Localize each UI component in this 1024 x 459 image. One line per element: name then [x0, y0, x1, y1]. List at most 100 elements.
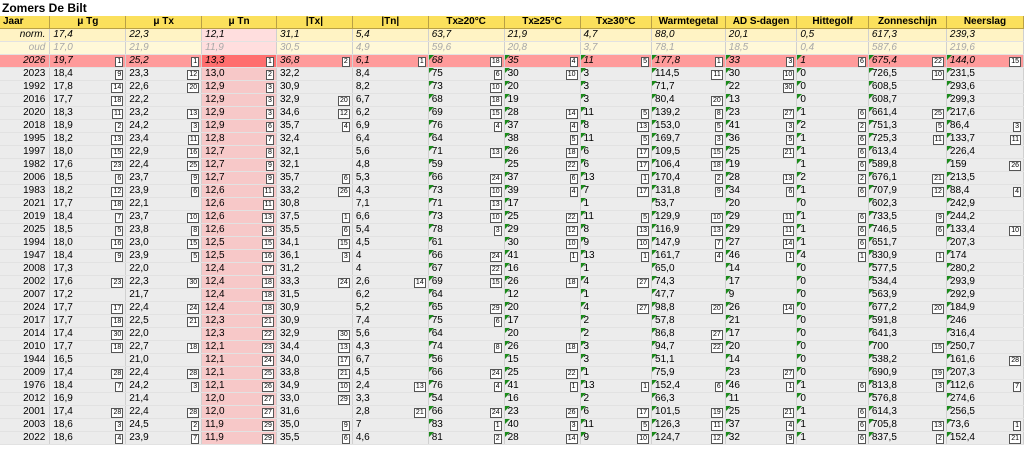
value-cell[interactable]: 4 27 [580, 301, 653, 316]
value-cell[interactable]: 6,2 [352, 106, 429, 121]
value-cell[interactable]: 4,7 [580, 28, 653, 43]
value-cell[interactable]: 18,4 9 [49, 67, 127, 82]
value-cell[interactable]: 13,3 1 [201, 54, 277, 69]
year-cell[interactable]: 2008 [0, 262, 51, 277]
value-cell[interactable]: 35,5 6 [276, 223, 353, 238]
value-cell[interactable]: 12,1 [201, 28, 277, 43]
value-cell[interactable]: 3 [580, 67, 653, 82]
value-cell[interactable]: 725,3 11 [868, 132, 947, 147]
value-cell[interactable]: 11 5 [580, 132, 653, 147]
value-cell[interactable]: 16 [504, 262, 581, 277]
year-cell[interactable]: 2022 [0, 431, 51, 446]
value-cell[interactable]: 16 [504, 392, 581, 407]
value-cell[interactable]: 6,6 [352, 210, 429, 225]
column-header[interactable]: AD S-dagen [725, 16, 798, 30]
value-cell[interactable]: 14 [725, 262, 798, 277]
value-cell[interactable]: 534,4 [868, 275, 947, 290]
value-cell[interactable]: 22,3 30 [125, 275, 203, 290]
value-cell[interactable]: 18,0 16 [49, 236, 127, 251]
value-cell[interactable]: 73 10 [428, 80, 505, 95]
value-cell[interactable]: 29 11 [725, 223, 798, 238]
value-cell[interactable]: 4,5 [352, 236, 429, 251]
value-cell[interactable]: 24,5 2 [125, 418, 203, 433]
value-cell[interactable]: 17,4 [49, 28, 127, 43]
value-cell[interactable]: 133,7 11 [946, 132, 1024, 147]
value-cell[interactable]: 116,9 13 [651, 223, 726, 238]
value-cell[interactable]: 16 [796, 405, 869, 420]
value-cell[interactable]: 114,5 11 [651, 67, 726, 82]
value-cell[interactable]: 35,5 6 [276, 431, 353, 446]
value-cell[interactable]: 9 10 [580, 236, 653, 251]
value-cell[interactable]: 25 22 [504, 366, 581, 381]
value-cell[interactable]: 20 [504, 327, 581, 342]
value-cell[interactable]: 707,9 12 [868, 184, 947, 199]
value-cell[interactable]: 1 [580, 262, 653, 277]
value-cell[interactable]: 4 27 [580, 275, 653, 290]
value-cell[interactable]: 12,3 21 [201, 314, 277, 329]
value-cell[interactable]: 3 [580, 353, 653, 368]
value-cell[interactable]: 30,9 [276, 80, 353, 95]
value-cell[interactable]: 11 [725, 392, 798, 407]
value-cell[interactable]: 64 [428, 132, 505, 147]
value-cell[interactable]: 64 [428, 327, 505, 342]
value-cell[interactable]: 0 [796, 301, 869, 316]
value-cell[interactable]: 12,4 18 [201, 275, 277, 290]
value-cell[interactable]: 88,0 [651, 28, 726, 43]
value-cell[interactable]: 2 [580, 392, 653, 407]
value-cell[interactable]: 12 [504, 288, 581, 303]
value-cell[interactable]: 12,7 8 [201, 145, 277, 160]
value-cell[interactable]: 0 [796, 288, 869, 303]
value-cell[interactable]: 18,5 6 [49, 171, 127, 186]
value-cell[interactable]: 16 [796, 54, 869, 69]
value-cell[interactable]: 7 [352, 418, 429, 433]
value-cell[interactable]: 74 8 [428, 340, 505, 355]
value-cell[interactable]: 46 1 [725, 379, 798, 394]
year-cell[interactable]: oud [0, 41, 51, 56]
value-cell[interactable]: 751,3 5 [868, 119, 947, 134]
value-cell[interactable]: 12,9 3 [201, 93, 277, 108]
value-cell[interactable]: 56 [428, 353, 505, 368]
value-cell[interactable]: 12,7 9 [201, 171, 277, 186]
value-cell[interactable]: 7,1 [352, 197, 429, 212]
value-cell[interactable]: 12,4 17 [201, 262, 277, 277]
value-cell[interactable]: 20,1 [725, 28, 798, 43]
value-cell[interactable]: 13,0 2 [201, 67, 277, 82]
value-cell[interactable]: 101,5 19 [651, 405, 726, 420]
year-cell[interactable]: 2012 [0, 392, 51, 407]
value-cell[interactable]: 0 [796, 67, 869, 82]
value-cell[interactable]: 9 10 [580, 431, 653, 446]
value-cell[interactable]: 17 [725, 275, 798, 290]
value-cell[interactable]: 538,2 [868, 353, 947, 368]
value-cell[interactable]: 80,4 20 [651, 93, 726, 108]
column-header[interactable]: Jaar [0, 16, 51, 30]
value-cell[interactable]: 207,3 [946, 366, 1024, 381]
value-cell[interactable]: 25 22 [504, 158, 581, 173]
value-cell[interactable]: 112,6 7 [946, 379, 1024, 394]
value-cell[interactable]: 22,9 16 [125, 145, 203, 160]
value-cell[interactable]: 83 1 [428, 418, 505, 433]
year-cell[interactable]: 2023 [0, 67, 51, 82]
value-cell[interactable]: 66 24 [428, 366, 505, 381]
value-cell[interactable]: 66 24 [428, 405, 505, 420]
value-cell[interactable]: 34,0 17 [276, 353, 353, 368]
column-header[interactable]: Warmtegetal [651, 16, 726, 30]
value-cell[interactable]: 5,4 [352, 223, 429, 238]
value-cell[interactable]: 33 3 [725, 54, 798, 69]
year-cell[interactable]: 1995 [0, 132, 51, 147]
value-cell[interactable]: 813,8 3 [868, 379, 947, 394]
value-cell[interactable]: 18,2 12 [49, 184, 127, 199]
value-cell[interactable]: 71 13 [428, 197, 505, 212]
value-cell[interactable]: 4,9 [352, 41, 429, 56]
value-cell[interactable]: 22,0 [125, 327, 203, 342]
value-cell[interactable]: 25,2 1 [125, 54, 203, 69]
value-cell[interactable]: 0 [796, 327, 869, 342]
value-cell[interactable]: 35,0 9 [276, 418, 353, 433]
value-cell[interactable]: 34,1 15 [276, 236, 353, 251]
value-cell[interactable]: 280,2 [946, 262, 1024, 277]
value-cell[interactable]: 81 2 [428, 431, 505, 446]
year-cell[interactable]: 2025 [0, 223, 51, 238]
value-cell[interactable]: 589,8 [868, 158, 947, 173]
value-cell[interactable]: 3,7 [580, 41, 653, 56]
value-cell[interactable]: 31,6 [276, 405, 353, 420]
value-cell[interactable]: 23,8 8 [125, 223, 203, 238]
